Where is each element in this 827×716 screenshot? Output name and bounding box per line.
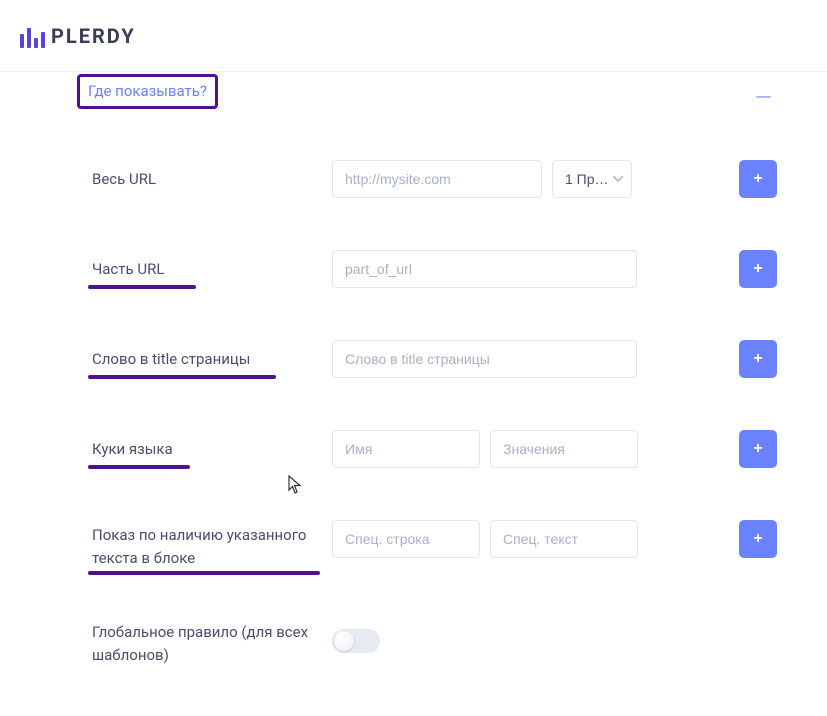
add-text-block-button[interactable]: + bbox=[739, 520, 777, 558]
plus-icon: + bbox=[753, 260, 762, 278]
label-lang-cookies: Куки языка bbox=[92, 438, 173, 461]
add-part-url-button[interactable]: + bbox=[739, 250, 777, 288]
add-title-word-button[interactable]: + bbox=[739, 340, 777, 378]
logo-bars-icon bbox=[20, 24, 45, 48]
add-full-url-button[interactable]: + bbox=[739, 160, 777, 198]
row-title-word: Слово в title страницы + bbox=[92, 340, 777, 380]
app-header: PLERDY bbox=[0, 0, 827, 72]
add-cookie-button[interactable]: + bbox=[739, 430, 777, 468]
section-title[interactable]: Где показывать? bbox=[88, 82, 207, 100]
label-text-block: Показ по наличию указанного текста в бло… bbox=[92, 524, 332, 569]
input-cookie-name[interactable] bbox=[332, 430, 480, 468]
row-full-url: Весь URL 1 Правило + bbox=[92, 160, 777, 200]
toggle-global-rule[interactable] bbox=[332, 629, 380, 653]
plus-icon: + bbox=[753, 350, 762, 368]
select-rule[interactable]: 1 Правило bbox=[552, 160, 632, 198]
label-part-url: Часть URL bbox=[92, 258, 164, 281]
input-title-word[interactable] bbox=[332, 340, 637, 378]
input-cookie-value[interactable] bbox=[490, 430, 638, 468]
input-part-url[interactable] bbox=[332, 250, 637, 288]
label-title-word: Слово в title страницы bbox=[92, 348, 250, 371]
label-full-url: Весь URL bbox=[92, 168, 156, 191]
brand-name: PLERDY bbox=[51, 24, 136, 48]
plus-icon: + bbox=[753, 170, 762, 188]
input-spec-text[interactable] bbox=[490, 520, 638, 558]
plus-icon: + bbox=[753, 530, 762, 548]
row-lang-cookies: Куки языка + bbox=[92, 430, 777, 470]
input-full-url[interactable] bbox=[332, 160, 542, 198]
brand-logo: PLERDY bbox=[20, 24, 136, 48]
row-text-block: Показ по наличию указанного текста в бло… bbox=[92, 520, 777, 569]
input-spec-string[interactable] bbox=[332, 520, 480, 558]
row-part-url: Часть URL + bbox=[92, 250, 777, 290]
plus-icon: + bbox=[753, 440, 762, 458]
section-title-highlight: Где показывать? bbox=[77, 74, 218, 109]
label-global-rule: Глобальное правило (для всех шаблонов) bbox=[92, 621, 332, 666]
form-area: Весь URL 1 Правило + Часть URL + Слово в bbox=[92, 160, 777, 716]
row-global-rule: Глобальное правило (для всех шаблонов) bbox=[92, 619, 777, 666]
collapse-icon[interactable]: — bbox=[755, 88, 772, 110]
